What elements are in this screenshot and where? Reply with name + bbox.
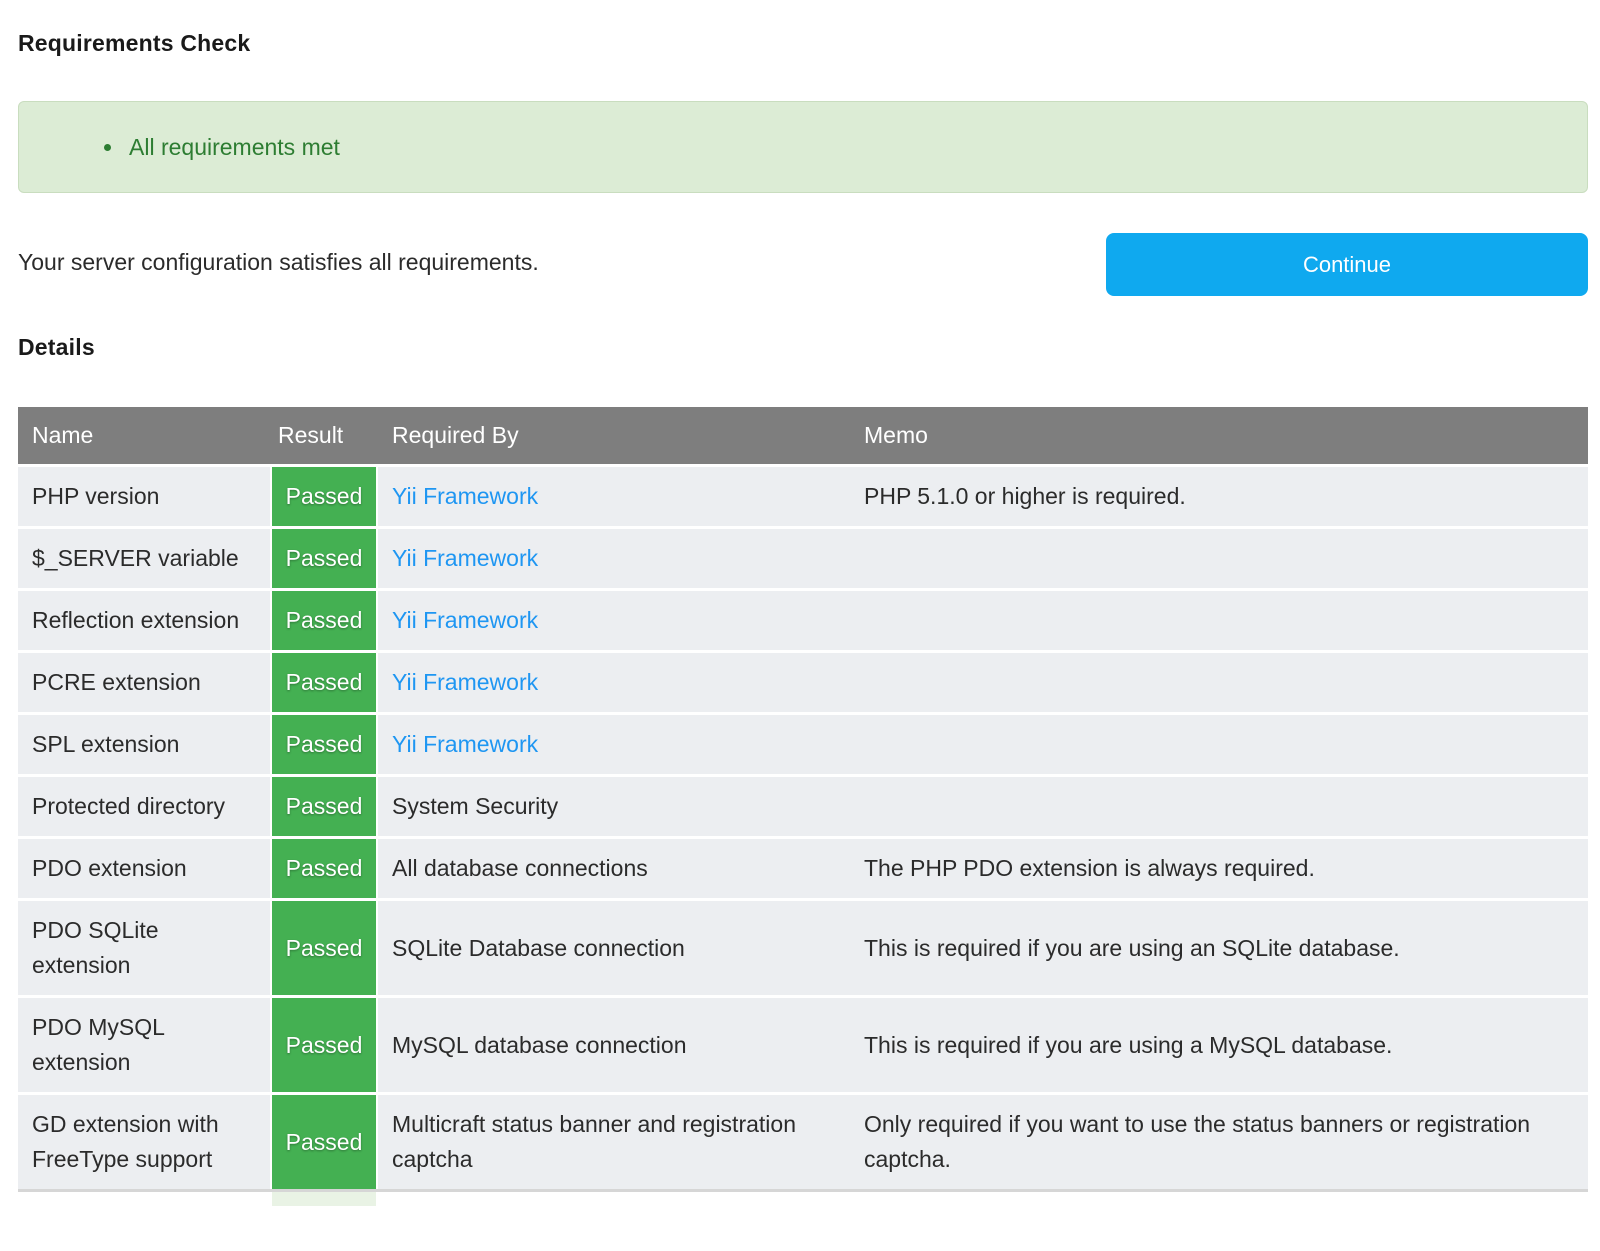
column-header-required-by: Required By [378,407,850,464]
memo-cell: This is required if you are using a MySQ… [850,995,1588,1092]
requirement-name: Protected directory [18,774,270,836]
memo-cell [850,712,1588,774]
requirement-name: PDO MySQL extension [18,995,270,1092]
table-row: PHP version Passed Yii Framework PHP 5.1… [18,464,1588,526]
table-row: SPL extension Passed Yii Framework [18,712,1588,774]
required-by-cell: MySQL database connection [378,995,850,1092]
table-row: Reflection extension Passed Yii Framewor… [18,588,1588,650]
required-by-cell: Yii Framework [378,712,850,774]
table-row: PDO SQLite extension Passed SQLite Datab… [18,898,1588,995]
result-passed-cell: Passed [270,1092,378,1189]
requirement-name: PCRE extension [18,650,270,712]
table-header-row: Name Result Required By Memo [18,407,1588,464]
success-alert: All requirements met [18,101,1588,193]
details-title: Details [18,334,1588,361]
requirement-name: $_SERVER variable [18,526,270,588]
required-by-cell: Yii Framework [378,588,850,650]
required-by-cell: Yii Framework [378,526,850,588]
memo-cell: Only required if you want to use the sta… [850,1092,1588,1189]
table-row: $_SERVER variable Passed Yii Framework [18,526,1588,588]
requirement-name: SPL extension [18,712,270,774]
alert-item: All requirements met [125,129,1563,165]
result-passed-cell: Passed [270,995,378,1092]
required-by-cell: Multicraft status banner and registratio… [378,1092,850,1189]
summary-text: Your server configuration satisfies all … [18,245,1106,280]
result-passed-cell: Passed [270,650,378,712]
table-bottom-border [18,1189,1588,1192]
column-header-result: Result [270,407,378,464]
memo-cell: PHP 5.1.0 or higher is required. [850,464,1588,526]
required-by-cell: Yii Framework [378,464,850,526]
requirement-name: Reflection extension [18,588,270,650]
required-by-link[interactable]: Yii Framework [392,483,538,509]
memo-cell: This is required if you are using an SQL… [850,898,1588,995]
requirement-name: PDO extension [18,836,270,898]
result-passed-cell: Passed [270,588,378,650]
required-by-cell: SQLite Database connection [378,898,850,995]
required-by-cell: Yii Framework [378,650,850,712]
table-row: PCRE extension Passed Yii Framework [18,650,1588,712]
memo-cell: The PHP PDO extension is always required… [850,836,1588,898]
result-passed-cell: Passed [270,836,378,898]
memo-cell [850,650,1588,712]
memo-cell [850,774,1588,836]
required-by-link[interactable]: Yii Framework [392,669,538,695]
table-row: PDO extension Passed All database connec… [18,836,1588,898]
result-passed-cell: Passed [270,712,378,774]
column-header-memo: Memo [850,407,1588,464]
page-title: Requirements Check [18,30,1588,57]
page-content: Requirements Check All requirements met … [18,30,1588,1206]
memo-cell [850,526,1588,588]
next-row-partial-cell [272,1192,376,1206]
table-row: GD extension with FreeType support Passe… [18,1092,1588,1189]
result-passed-cell: Passed [270,898,378,995]
alert-list: All requirements met [43,129,1563,165]
requirement-name: GD extension with FreeType support [18,1092,270,1189]
result-passed-cell: Passed [270,774,378,836]
requirements-table: Name Result Required By Memo PHP version… [18,407,1588,1189]
required-by-link[interactable]: Yii Framework [392,731,538,757]
result-passed-cell: Passed [270,464,378,526]
summary-row: Your server configuration satisfies all … [18,233,1588,296]
table-row: Protected directory Passed System Securi… [18,774,1588,836]
continue-button[interactable]: Continue [1106,233,1588,296]
required-by-link[interactable]: Yii Framework [392,607,538,633]
memo-cell [850,588,1588,650]
result-passed-cell: Passed [270,526,378,588]
required-by-cell: System Security [378,774,850,836]
requirement-name: PDO SQLite extension [18,898,270,995]
table-row: PDO MySQL extension Passed MySQL databas… [18,995,1588,1092]
requirement-name: PHP version [18,464,270,526]
required-by-cell: All database connections [378,836,850,898]
required-by-link[interactable]: Yii Framework [392,545,538,571]
column-header-name: Name [18,407,270,464]
